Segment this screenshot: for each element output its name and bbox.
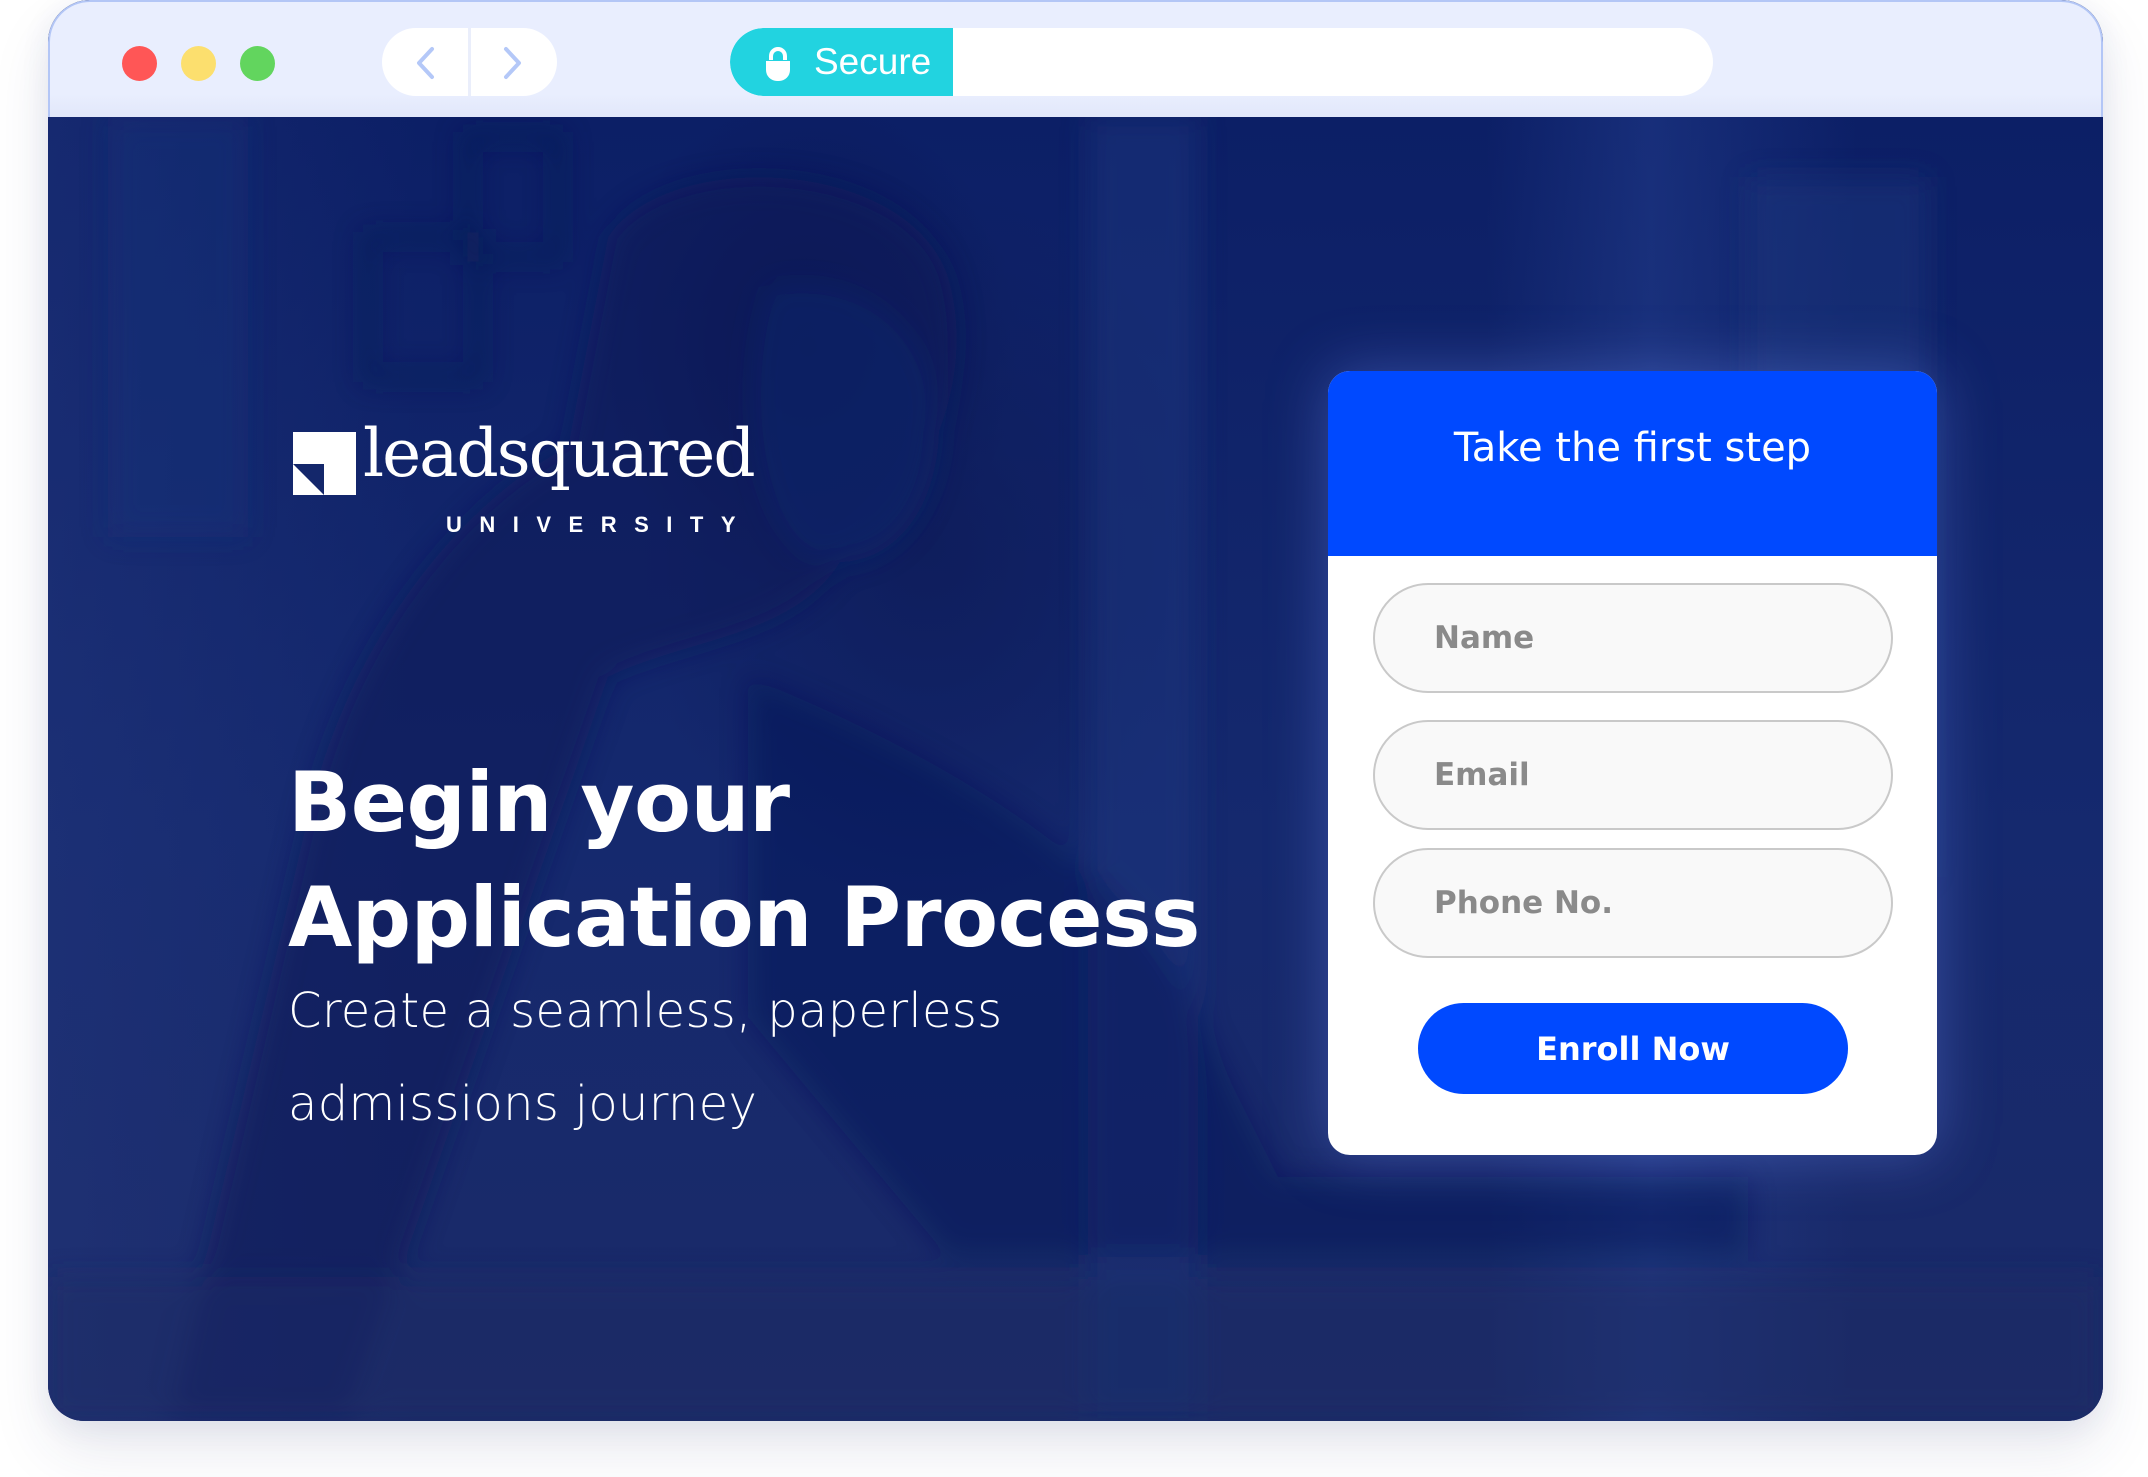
browser-window: Secure leadsquared UNIVERSITY Begin your… — [48, 0, 2103, 1421]
url-input[interactable] — [953, 28, 1713, 96]
address-bar[interactable]: Secure — [730, 28, 1713, 96]
hero-heading: Begin your Application Process — [288, 745, 1200, 975]
maximize-window-button[interactable] — [240, 46, 275, 81]
navigation-buttons — [382, 28, 557, 96]
secure-label: Secure — [814, 41, 932, 82]
secure-badge[interactable]: Secure — [730, 28, 953, 96]
hero-subtitle: Create a seamless, paperless admissions … — [288, 965, 1002, 1151]
phone-input[interactable] — [1373, 848, 1893, 958]
form-title: Take the first step — [1453, 425, 1812, 471]
brand-tagline: UNIVERSITY — [446, 512, 754, 537]
minimize-window-button[interactable] — [181, 46, 216, 81]
email-input[interactable] — [1373, 720, 1893, 830]
chevron-left-icon — [417, 47, 434, 79]
enroll-now-button[interactable]: Enroll Now — [1418, 1003, 1848, 1094]
browser-toolbar: Secure — [48, 0, 2103, 117]
hero-heading-line-1: Begin your — [288, 754, 790, 851]
hero-subtitle-line-1: Create a seamless, paperless — [288, 983, 1003, 1039]
back-button[interactable] — [382, 28, 469, 96]
landing-page-hero: leadsquared UNIVERSITY Begin your Applic… — [48, 117, 2103, 1421]
enrollment-form-card: Take the first step Enroll Now — [1328, 371, 1937, 1155]
chevron-right-icon — [504, 47, 521, 79]
hero-subtitle-line-2: admissions journey — [288, 1076, 758, 1132]
name-input[interactable] — [1373, 583, 1893, 693]
forward-button[interactable] — [470, 28, 557, 96]
hero-heading-line-2: Application Process — [288, 869, 1200, 966]
close-window-button[interactable] — [122, 46, 157, 81]
brand-name: leadsquared — [363, 415, 756, 492]
leadsquared-logo-icon — [293, 432, 356, 495]
form-header: Take the first step — [1328, 371, 1937, 556]
lock-icon — [766, 47, 790, 81]
